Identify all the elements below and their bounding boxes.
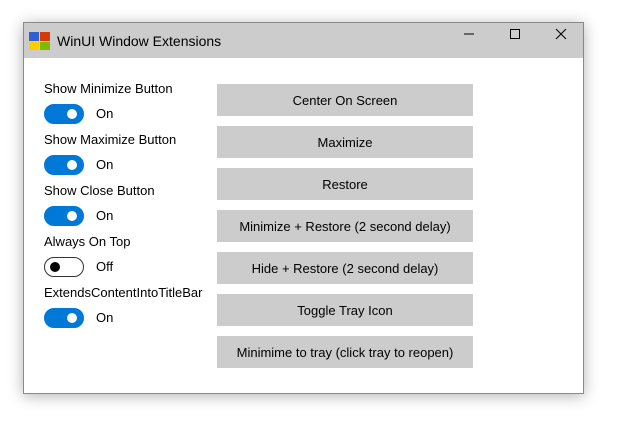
restore-button[interactable]: Restore [217, 168, 473, 200]
toggle-knob [67, 313, 77, 323]
close-button[interactable] [538, 23, 584, 45]
window-title: WinUI Window Extensions [57, 33, 222, 49]
always-on-top-label: Always On Top [44, 234, 131, 249]
minimize-restore-button[interactable]: Minimize + Restore (2 second delay) [217, 210, 473, 242]
app-logo-square-2 [40, 32, 50, 41]
show-close-state: On [96, 208, 114, 223]
toggle-knob [50, 262, 60, 272]
minimize-to-tray-button[interactable]: Minimime to tray (click tray to reopen) [217, 336, 473, 368]
extends-content-toggle[interactable] [44, 308, 84, 328]
app-logo-icon [29, 32, 50, 50]
toggle-knob [67, 160, 77, 170]
show-maximize-label: Show Maximize Button [44, 132, 177, 147]
maximize-button[interactable] [492, 23, 538, 45]
close-icon [555, 28, 567, 40]
toggle-knob [67, 109, 77, 119]
show-minimize-toggle[interactable] [44, 104, 84, 124]
hide-restore-button[interactable]: Hide + Restore (2 second delay) [217, 252, 473, 284]
extends-content-state: On [96, 310, 114, 325]
show-minimize-state: On [96, 106, 114, 121]
app-logo-square-3 [29, 41, 39, 50]
toggle-knob [67, 211, 77, 221]
app-logo-square-4 [40, 41, 50, 50]
center-on-screen-button[interactable]: Center On Screen [217, 84, 473, 116]
maximize-action-button[interactable]: Maximize [217, 126, 473, 158]
minimize-icon [464, 33, 474, 35]
always-on-top-toggle[interactable] [44, 257, 84, 277]
extends-content-label: ExtendsContentIntoTitleBar [44, 285, 203, 300]
always-on-top-state: Off [96, 259, 114, 274]
show-close-label: Show Close Button [44, 183, 155, 198]
show-maximize-toggle[interactable] [44, 155, 84, 175]
toggle-tray-icon-button[interactable]: Toggle Tray Icon [217, 294, 473, 326]
show-minimize-label: Show Minimize Button [44, 81, 173, 96]
show-maximize-state: On [96, 157, 114, 172]
show-close-toggle[interactable] [44, 206, 84, 226]
maximize-icon [510, 29, 520, 39]
minimize-button[interactable] [446, 23, 492, 45]
app-window: WinUI Window Extensions Show Minimize Bu… [23, 22, 584, 394]
title-bar[interactable]: WinUI Window Extensions [24, 23, 583, 58]
app-logo-square-1 [29, 32, 39, 41]
